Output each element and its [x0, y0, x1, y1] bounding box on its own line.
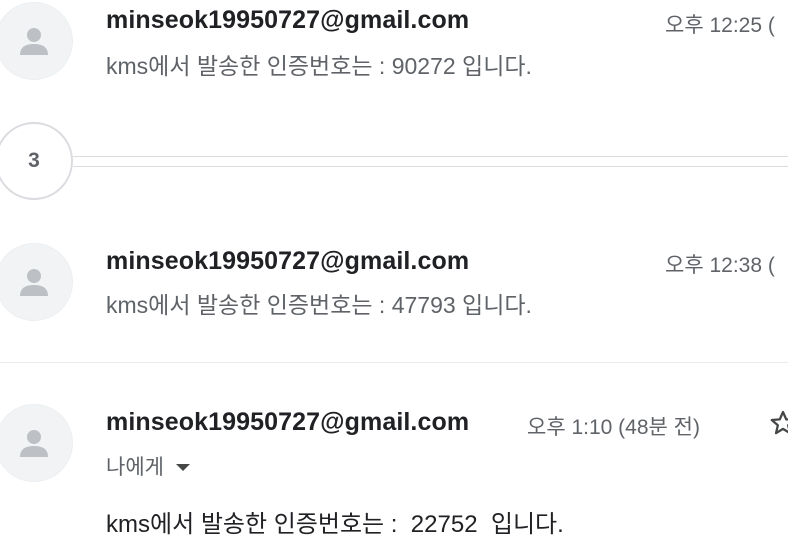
star-icon: [770, 410, 788, 435]
message-divider: [0, 362, 788, 363]
collapsed-count: 3: [28, 149, 40, 172]
sender-name: minseok19950727@gmail.com: [106, 408, 470, 436]
sender-avatar: [0, 2, 73, 80]
recipient-label: 나에게: [106, 456, 164, 479]
caret-down-icon: [175, 463, 190, 471]
collapsed-line-bottom: [73, 166, 788, 167]
person-icon: [20, 269, 48, 296]
collapsed-line-top: [73, 156, 788, 157]
message-time: 오후 12:25 (: [665, 14, 775, 37]
sender-avatar: [0, 243, 73, 321]
message-snippet: kms에서 발송한 인증번호는 : 90272 입니다.: [106, 53, 532, 79]
message-time: 오후 12:38 (: [665, 254, 775, 277]
person-icon: [20, 28, 48, 55]
message-time: 오후 1:10 (48분 전): [527, 416, 700, 439]
sender-name: minseok19950727@gmail.com: [106, 247, 470, 275]
recipient-toggle[interactable]: 나에게: [106, 451, 190, 481]
message-body: kms에서 발송한 인증번호는 : 22752 입니다.: [106, 511, 564, 538]
star-button[interactable]: [768, 406, 788, 440]
message-snippet: kms에서 발송한 인증번호는 : 47793 입니다.: [106, 292, 532, 318]
person-icon: [20, 430, 48, 457]
sender-name: minseok19950727@gmail.com: [106, 6, 470, 34]
collapsed-count-badge[interactable]: 3: [0, 122, 73, 200]
sender-avatar: [0, 404, 73, 482]
